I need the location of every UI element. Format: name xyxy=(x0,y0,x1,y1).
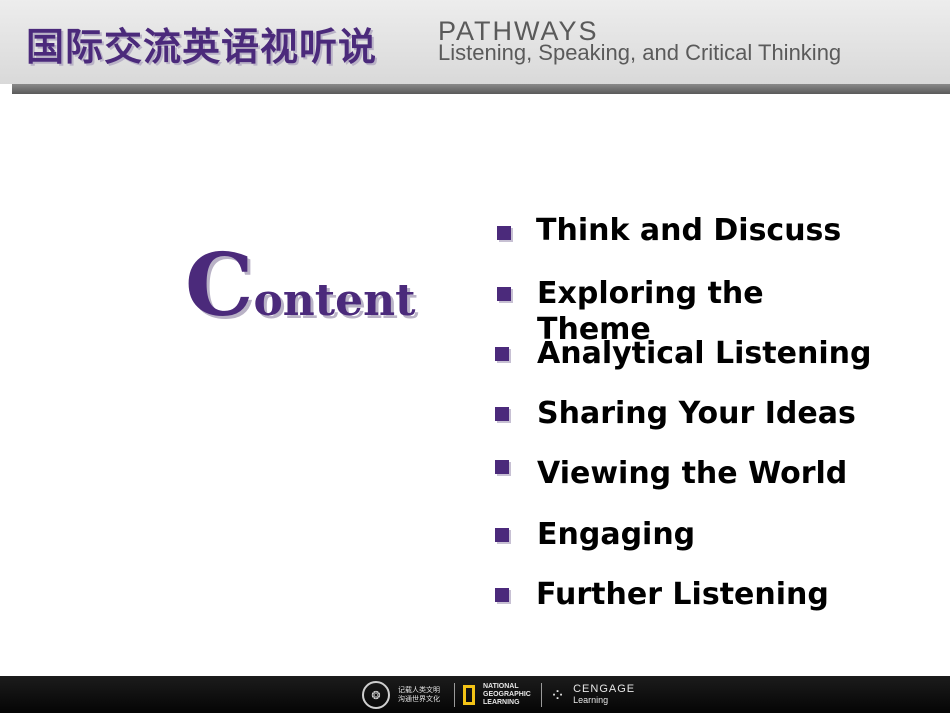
square-bullet-icon xyxy=(497,226,511,240)
national-geographic-frame-icon xyxy=(463,685,475,705)
title-bar-divider xyxy=(12,84,950,94)
menu-item-label: Further Listening xyxy=(536,577,829,612)
content-menu: Think and Discuss Exploring the Theme An… xyxy=(0,0,950,713)
menu-item-label: Viewing the World xyxy=(537,456,848,491)
content-heading-rest: ontent xyxy=(253,275,416,326)
brand-tagline: Listening, Speaking, and Critical Thinki… xyxy=(438,40,842,65)
publisher-logos: ❂ 记载人类文明 沟通世界文化 NATIONAL GEOGRAPHIC LEAR… xyxy=(362,680,635,710)
cengage-sub: Learning xyxy=(573,695,609,705)
menu-item-label: Sharing Your Ideas xyxy=(537,396,856,431)
logo-divider xyxy=(454,683,455,707)
content-heading: Content xyxy=(185,243,415,329)
menu-item-label: Think and Discuss xyxy=(536,213,842,248)
square-bullet-icon xyxy=(497,287,511,301)
square-bullet-icon xyxy=(495,588,509,602)
menu-item-label: Analytical Listening xyxy=(537,336,872,371)
square-bullet-icon xyxy=(495,407,509,421)
content-heading-initial: C xyxy=(185,235,254,336)
national-geographic-learning-logo: NATIONAL GEOGRAPHIC LEARNING xyxy=(483,683,531,706)
menu-item-label: Engaging xyxy=(537,517,696,552)
square-bullet-icon xyxy=(495,347,509,361)
cengage-name: CENGAGE xyxy=(573,683,636,695)
course-title: 国际交流英语视听说 xyxy=(26,25,378,69)
cengage-learning-logo: CENGAGE Learning xyxy=(573,684,635,706)
square-bullet-icon xyxy=(495,528,509,542)
cengage-mark-icon: ⁘ xyxy=(550,684,566,706)
logo-divider xyxy=(541,683,542,707)
publisher-motto: 记载人类文明 沟通世界文化 xyxy=(398,686,440,703)
square-bullet-icon xyxy=(495,460,509,474)
publisher-seal-icon: ❂ xyxy=(362,681,390,709)
